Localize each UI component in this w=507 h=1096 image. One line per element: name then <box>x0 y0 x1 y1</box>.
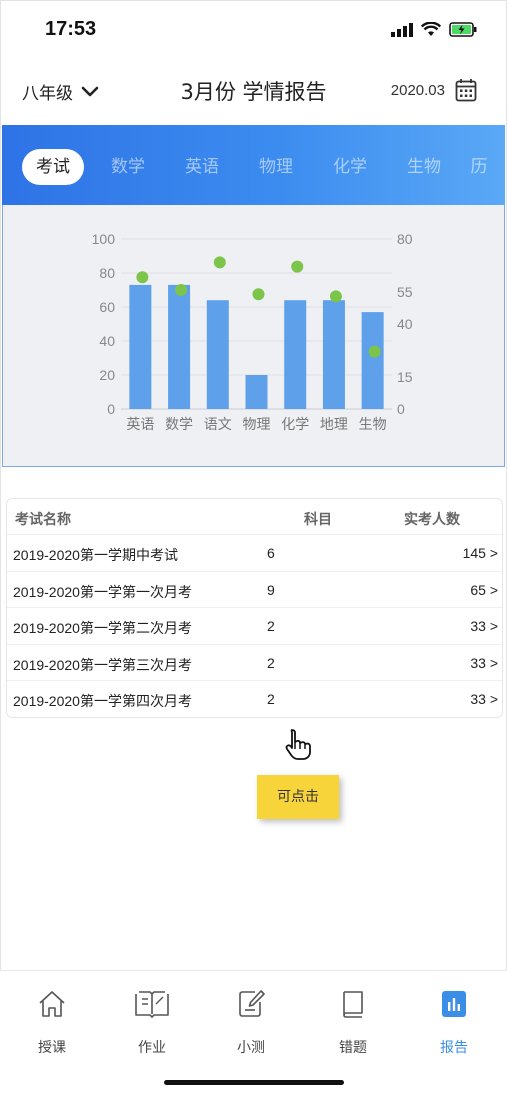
exam-count: 33 > <box>470 654 498 671</box>
chart-point <box>329 290 342 303</box>
y-left-tick-label: 60 <box>99 299 115 315</box>
exam-subjects: 2 <box>267 691 275 707</box>
y-right-tick-label: 0 <box>397 401 405 417</box>
x-tick-label: 物理 <box>243 417 271 433</box>
header-subjects: 科目 <box>304 512 332 528</box>
x-tick-label: 生物 <box>359 417 387 433</box>
exam-count: 65 > <box>470 581 498 598</box>
table-row[interactable]: 2019-2020第一学期中考试 6 145 > <box>7 535 502 572</box>
exam-subjects: 2 <box>267 618 275 634</box>
battery-charging-icon <box>449 22 477 37</box>
y-left-tick-label: 0 <box>107 401 115 417</box>
report-header: 3月份 学情报告 八年级 2020.03 <box>0 62 507 122</box>
status-bar: 17:53 <box>0 0 507 60</box>
exam-name: 2019-2020第一学第三次月考 <box>13 656 192 673</box>
chart-point <box>175 284 188 296</box>
chart-bar <box>284 300 307 409</box>
open-book-icon <box>135 991 169 1018</box>
chart-point <box>136 271 149 284</box>
chart-point <box>291 260 304 273</box>
nav-report[interactable]: 报告 <box>414 987 494 1057</box>
tab-english[interactable]: 英语 <box>172 149 232 185</box>
y-left-tick-label: 80 <box>99 265 115 281</box>
exam-count: 33 > <box>470 618 498 634</box>
exam-subjects: 2 <box>267 654 275 671</box>
chart-bar <box>245 375 268 409</box>
x-tick-label: 数学 <box>165 417 193 433</box>
table-row[interactable]: 2019-2020第一学第二次月考 2 33 > <box>7 608 502 645</box>
subject-tabs: 考试 数学 英语 物理 化学 生物 历 <box>2 125 505 205</box>
table-row[interactable]: 2019-2020第一学第三次月考 2 33 > <box>7 645 502 681</box>
exam-table: 考试名称 科目 实考人数 2019-2020第一学期中考试 6 145 > 20… <box>6 498 503 718</box>
tab-physics[interactable]: 物理 <box>246 149 306 185</box>
clickable-tooltip: 可点击 <box>257 775 339 819</box>
table-row[interactable]: 2019-2020第一学第四次月考 2 33 > <box>7 681 502 718</box>
bottom-nav: 授课 作业 小测 错题 报告 <box>0 970 507 1096</box>
x-tick-label: 语文 <box>204 417 232 433</box>
table-row[interactable]: 2019-2020第一学第一次月考 9 65 > <box>7 572 502 608</box>
report-chart-icon <box>442 991 466 1017</box>
grade-selector[interactable]: 八年级 <box>22 79 99 104</box>
grade-label: 八年级 <box>22 84 73 104</box>
exam-count: 33 > <box>470 691 498 707</box>
nav-quiz[interactable]: 小测 <box>211 987 291 1057</box>
exam-subjects: 6 <box>267 545 275 561</box>
cellular-signal-icon <box>391 22 413 37</box>
wifi-icon <box>421 22 441 36</box>
nav-label: 错题 <box>339 1040 367 1056</box>
status-icons <box>391 22 477 37</box>
x-tick-label: 化学 <box>281 417 309 433</box>
chart-point <box>213 256 226 269</box>
chart-bar <box>361 312 384 409</box>
exam-subjects: 9 <box>267 581 275 598</box>
date-picker[interactable]: 2020.03 <box>391 78 477 102</box>
nav-mistakes[interactable]: 错题 <box>313 987 393 1057</box>
status-time: 17:53 <box>45 18 97 40</box>
tab-chemistry[interactable]: 化学 <box>320 149 380 185</box>
tab-biology[interactable]: 生物 <box>394 149 454 185</box>
tab-math[interactable]: 数学 <box>98 149 158 185</box>
chart-point <box>252 288 265 301</box>
exam-name: 2019-2020第一学第四次月考 <box>13 693 192 709</box>
nav-label: 小测 <box>237 1040 265 1056</box>
tab-exam[interactable]: 考试 <box>22 149 84 185</box>
chart-bar <box>129 284 152 409</box>
y-left-tick-label: 40 <box>99 333 115 349</box>
table-header: 考试名称 科目 实考人数 <box>7 499 502 535</box>
chart-panel: 0 20 40 60 80 100 0 15 40 55 80 英语 数学 语文 物理 化学 地理 生物 <box>2 205 505 467</box>
chart-bar <box>322 300 345 409</box>
exam-count: 145 > <box>462 545 498 561</box>
x-tick-label: 英语 <box>126 416 154 433</box>
y-right-tick-label: 40 <box>397 316 413 332</box>
chevron-down-icon <box>81 86 99 96</box>
y-right-tick-label: 80 <box>397 231 413 247</box>
home-icon <box>39 991 65 1017</box>
y-left-tick-label: 20 <box>99 367 115 383</box>
y-left-tick-label: 100 <box>92 231 116 247</box>
book-icon <box>343 991 363 1018</box>
header-count: 实考人数 <box>404 512 460 528</box>
edit-note-icon <box>239 990 265 1017</box>
tab-history[interactable]: 历 <box>464 149 494 185</box>
nav-label: 授课 <box>38 1040 66 1056</box>
chart-bar <box>168 284 191 409</box>
chart-bar <box>206 300 229 409</box>
y-right-tick-label: 55 <box>397 284 413 300</box>
calendar-icon <box>455 79 477 102</box>
hand-pointer-icon <box>285 729 311 760</box>
chart-point <box>368 345 381 358</box>
exam-name: 2019-2020第一学第二次月考 <box>13 620 192 636</box>
score-chart: 0 20 40 60 80 100 0 15 40 55 80 英语 数学 语文 物理 化学 地理 生物 <box>92 231 413 433</box>
y-right-tick-label: 15 <box>397 369 413 385</box>
header-exam-name: 考试名称 <box>15 512 71 528</box>
nav-label: 作业 <box>138 1040 166 1056</box>
nav-teaching[interactable]: 授课 <box>12 987 92 1057</box>
exam-name: 2019-2020第一学期中考试 <box>13 547 178 563</box>
nav-homework[interactable]: 作业 <box>112 987 192 1057</box>
x-tick-label: 地理 <box>320 417 348 433</box>
date-label: 2020.03 <box>390 81 445 99</box>
nav-label: 报告 <box>440 1040 468 1056</box>
home-indicator <box>164 1080 344 1085</box>
exam-name: 2019-2020第一学第一次月考 <box>13 583 192 600</box>
